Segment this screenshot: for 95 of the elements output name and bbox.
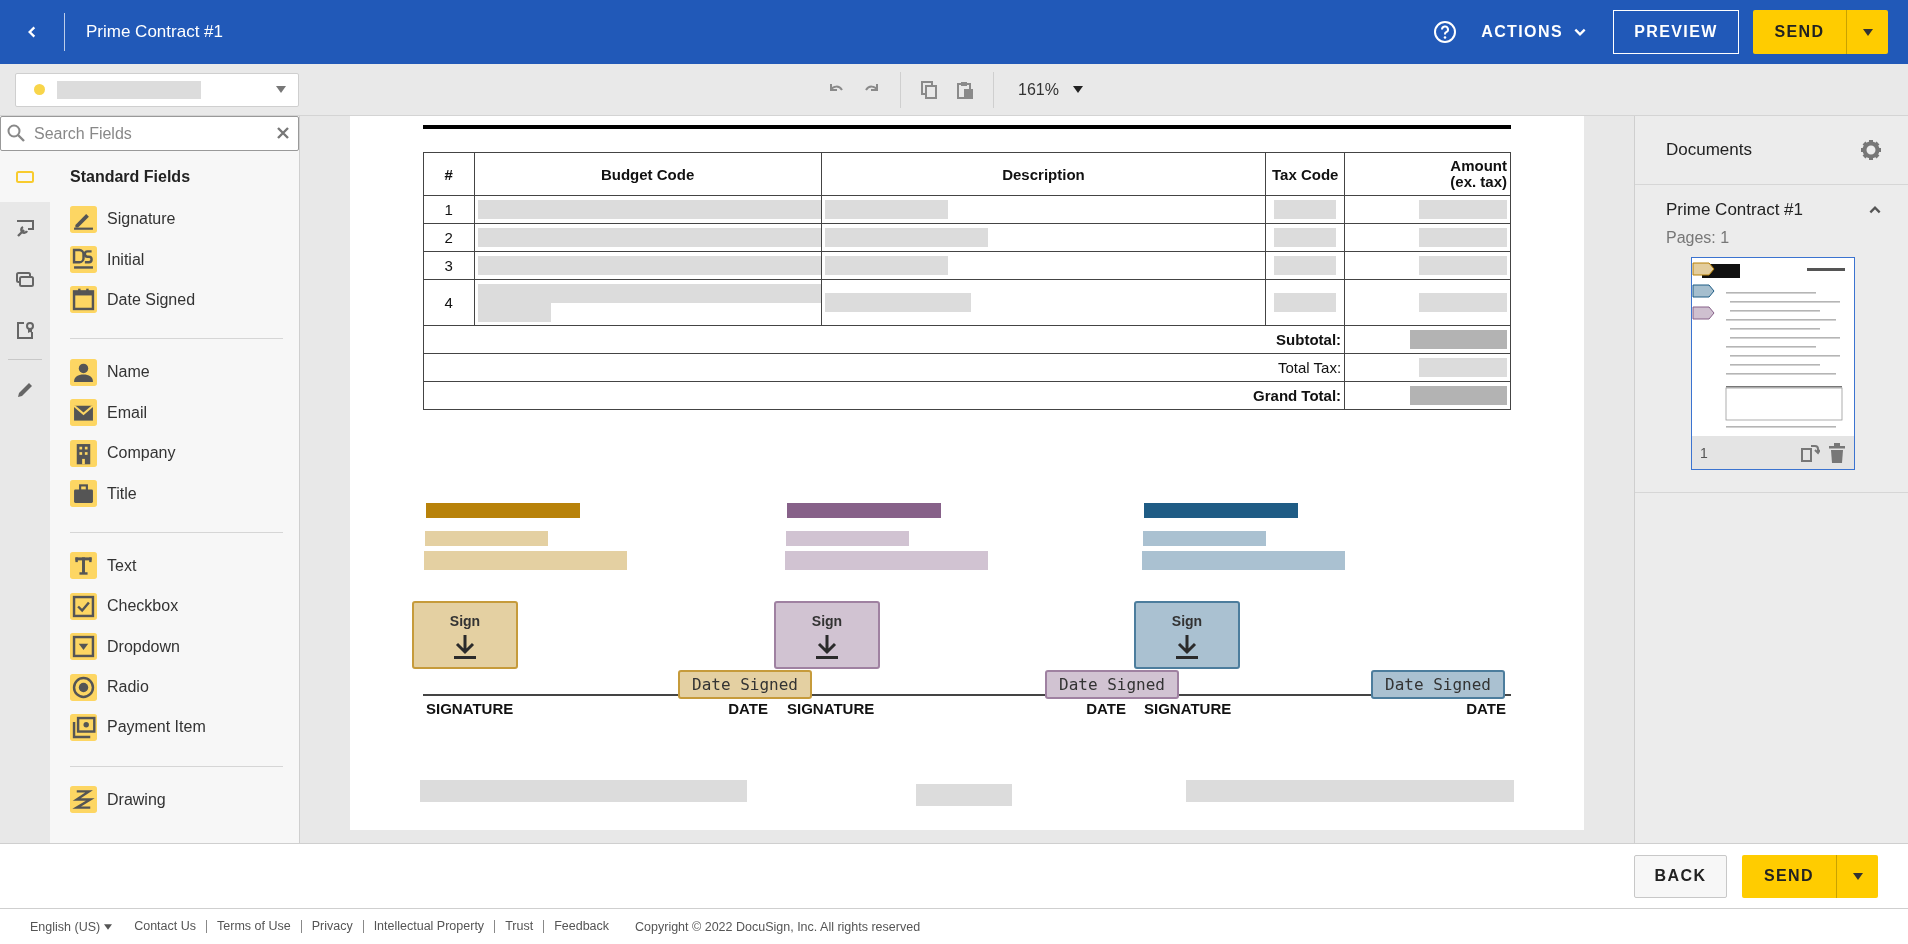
- zoom-dropdown[interactable]: 161%: [1012, 80, 1089, 99]
- signature-label: SIGNATURE: [1144, 700, 1232, 717]
- caret-icon: [1852, 872, 1863, 880]
- date-signed-field[interactable]: Date Signed: [1045, 670, 1179, 699]
- section-heading: Standard Fields: [70, 167, 192, 187]
- field-item[interactable]: Email: [70, 392, 299, 433]
- footer-link[interactable]: Feedback: [543, 920, 620, 933]
- building-icon: [70, 439, 97, 467]
- actions-menu-button[interactable]: ACTIONS: [1481, 23, 1587, 41]
- field-item[interactable]: Dropdown: [70, 626, 299, 667]
- arrow-down-icon: [1174, 633, 1200, 661]
- table-cell: Grand Total:: [423, 381, 1345, 410]
- briefcase-icon: [70, 480, 97, 508]
- footer-link[interactable]: Terms of Use: [206, 920, 301, 933]
- caret-icon: [1072, 86, 1083, 93]
- send-button[interactable]: SEND: [1742, 854, 1836, 898]
- arrow-down-icon: [452, 633, 478, 661]
- table-cell: 1: [423, 195, 475, 224]
- copyright-text: Copyright © 2022 DocuSign, Inc. All rights reserved: [635, 919, 921, 934]
- envelope-icon: [70, 399, 97, 427]
- panel-title: Documents: [1666, 140, 1752, 160]
- calendar-icon: [70, 286, 97, 314]
- rotate-icon[interactable]: [1800, 442, 1820, 463]
- field-item[interactable]: Title: [70, 473, 299, 514]
- column-header: Amount (ex. tax): [1344, 152, 1511, 196]
- person-icon: [70, 358, 97, 386]
- trash-icon[interactable]: [1828, 442, 1846, 463]
- signature-field[interactable]: Sign: [774, 601, 880, 669]
- field-item[interactable]: Initial: [70, 239, 299, 280]
- search-field[interactable]: Search Fields: [0, 116, 299, 151]
- column-header: #: [423, 152, 475, 196]
- date-label: DATE: [1466, 700, 1506, 717]
- document-title: Prime Contract #1: [86, 22, 223, 42]
- squiggle-icon: [70, 786, 97, 814]
- field-item[interactable]: Checkbox: [70, 586, 299, 627]
- preview-button[interactable]: PREVIEW: [1613, 10, 1739, 54]
- field-item[interactable]: Signature: [70, 199, 299, 240]
- signature-field[interactable]: Sign: [412, 601, 518, 669]
- copy-icon[interactable]: [919, 79, 939, 100]
- redacted-bar: [1274, 228, 1337, 247]
- footer-link[interactable]: Contact Us: [124, 920, 206, 933]
- redacted-bar: [1274, 200, 1337, 219]
- date-signed-field[interactable]: Date Signed: [1371, 670, 1505, 699]
- footer-link[interactable]: Intellectual Property: [362, 920, 495, 933]
- column-header: Tax Code: [1265, 152, 1345, 196]
- column-header: Description: [821, 152, 1266, 196]
- table-cell: Total Tax:: [423, 353, 1345, 382]
- send-options-button[interactable]: [1846, 10, 1888, 54]
- signature-label: SIGNATURE: [787, 700, 875, 717]
- paste-icon[interactable]: [955, 79, 975, 100]
- settings-icon[interactable]: [1860, 139, 1882, 161]
- table-cell: 3: [423, 251, 475, 280]
- date-signed-field[interactable]: Date Signed: [678, 670, 812, 699]
- table-cell: 2: [423, 223, 475, 252]
- initials-icon: [70, 246, 97, 274]
- field-item[interactable]: Drawing: [70, 779, 299, 821]
- arrow-down-icon: [814, 633, 840, 661]
- close-icon[interactable]: [276, 126, 290, 140]
- field-item[interactable]: Company: [70, 432, 299, 474]
- signature-field[interactable]: Sign: [1134, 601, 1240, 669]
- send-button[interactable]: SEND: [1753, 10, 1846, 54]
- page-count: Pages: 1: [1666, 229, 1731, 247]
- table-cell: 4: [423, 279, 475, 326]
- radio-icon: [70, 673, 97, 701]
- table-cell: Subtotal:: [423, 325, 1345, 354]
- caret-icon: [104, 923, 113, 930]
- date-label: DATE: [728, 700, 768, 717]
- field-item[interactable]: Text: [70, 545, 299, 587]
- document-name: Prime Contract #1: [1666, 200, 1803, 220]
- footer-link[interactable]: Privacy: [300, 920, 363, 933]
- send-options-button[interactable]: [1836, 854, 1878, 898]
- signature-label: SIGNATURE: [426, 700, 514, 717]
- field-item[interactable]: Payment Item: [70, 707, 299, 748]
- checkbox-icon: [70, 592, 97, 620]
- field-item[interactable]: Date Signed: [70, 279, 299, 321]
- back-button[interactable]: BACK: [1634, 854, 1727, 898]
- dropdown-icon: [70, 633, 97, 661]
- field-item[interactable]: Radio: [70, 666, 299, 708]
- field-item[interactable]: Name: [70, 352, 299, 393]
- payment-icon: [70, 714, 97, 741]
- field-category-tab[interactable]: [0, 151, 50, 202]
- page-number: 1: [1700, 444, 1709, 461]
- help-icon[interactable]: [1433, 20, 1458, 44]
- search-icon: [6, 123, 26, 143]
- redacted-bar: [1274, 293, 1337, 312]
- caret-icon: [276, 86, 286, 93]
- page-thumbnail[interactable]: 1: [1691, 257, 1855, 470]
- language-selector[interactable]: English (US): [30, 919, 125, 934]
- pen-icon: [70, 205, 97, 233]
- date-label: DATE: [1086, 700, 1126, 717]
- caret-icon: [1862, 28, 1873, 36]
- redacted-bar: [1274, 256, 1337, 275]
- column-header: Budget Code: [474, 152, 822, 196]
- text-icon: [70, 552, 97, 580]
- footer-link[interactable]: Trust: [494, 920, 544, 933]
